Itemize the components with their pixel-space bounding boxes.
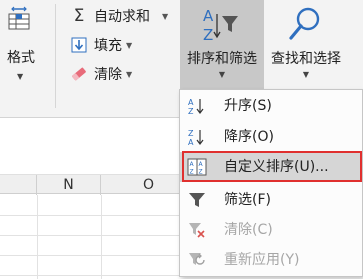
highlight-annotation-box — [182, 151, 362, 182]
format-label: 格式 — [7, 50, 35, 66]
chevron-down-icon: ▼ — [17, 72, 24, 81]
format-cells-icon — [8, 6, 30, 30]
svg-text:A: A — [188, 138, 194, 146]
svg-text:A: A — [203, 7, 214, 25]
sort-filter-icon: A Z — [203, 7, 238, 44]
grid-line — [101, 195, 102, 279]
menu-item-sort-ascending[interactable]: A Z 升序(S) — [180, 91, 362, 121]
svg-text:A: A — [188, 98, 194, 107]
chevron-down-icon: ▼ — [162, 11, 169, 21]
column-header-n[interactable]: N — [37, 175, 101, 195]
format-button[interactable]: 格式 ▼ — [0, 0, 44, 92]
menu-item-reapply[interactable]: 重新应用(Y) — [180, 245, 362, 275]
clear-button[interactable]: 清除 ▼ — [70, 62, 132, 86]
menu-item-sort-descending[interactable]: Z A 降序(O) — [180, 122, 362, 152]
autosum-label: 自动求和 — [94, 9, 150, 25]
magnifier-icon — [289, 7, 320, 40]
reapply-icon — [189, 253, 205, 265]
eraser-icon — [70, 65, 88, 83]
fill-label: 填充 — [94, 38, 122, 54]
svg-text:Z: Z — [188, 107, 194, 115]
filter-icon — [189, 193, 205, 207]
grid-line — [37, 195, 38, 279]
chevron-down-icon: ▼ — [126, 69, 133, 79]
column-header-partial[interactable] — [0, 175, 37, 195]
chevron-down-icon: ▼ — [126, 40, 133, 50]
chevron-down-icon: ▼ — [302, 70, 310, 79]
menu-item-label: 降序(O) — [224, 129, 274, 145]
sort-filter-label: 排序和筛选 — [187, 51, 257, 67]
autosum-button[interactable]: Σ 自动求和 ▼ — [70, 4, 169, 28]
sort-descending-icon: Z A — [188, 129, 204, 146]
sort-filter-button[interactable]: A Z 排序和筛选 ▼ — [180, 0, 264, 92]
sigma-icon: Σ — [73, 6, 85, 26]
menu-item-filter[interactable]: 筛选(F) — [180, 185, 362, 215]
fill-button[interactable]: 填充 ▼ — [70, 33, 132, 57]
clear-label: 清除 — [94, 67, 122, 83]
svg-text:Z: Z — [203, 26, 213, 44]
menu-item-label: 重新应用(Y) — [224, 252, 300, 268]
chevron-down-icon: ▼ — [218, 70, 226, 79]
menu-item-clear-filter[interactable]: 清除(C) — [180, 215, 362, 245]
group-separator — [55, 4, 56, 108]
sort-ascending-icon: A Z — [188, 98, 204, 115]
find-select-button[interactable]: 查找和选择 ▼ — [266, 0, 346, 92]
fill-down-icon — [70, 36, 88, 54]
sort-filter-menu: A Z 升序(S) Z A 降序(O) A Z A Z 自定义排序(U)... — [179, 89, 363, 277]
svg-text:Z: Z — [188, 129, 194, 138]
find-select-label: 查找和选择 — [271, 51, 341, 67]
menu-item-label: 升序(S) — [224, 98, 272, 114]
clear-filter-icon — [189, 223, 205, 238]
menu-item-label: 筛选(F) — [224, 192, 271, 208]
menu-item-label: 清除(C) — [224, 222, 273, 238]
